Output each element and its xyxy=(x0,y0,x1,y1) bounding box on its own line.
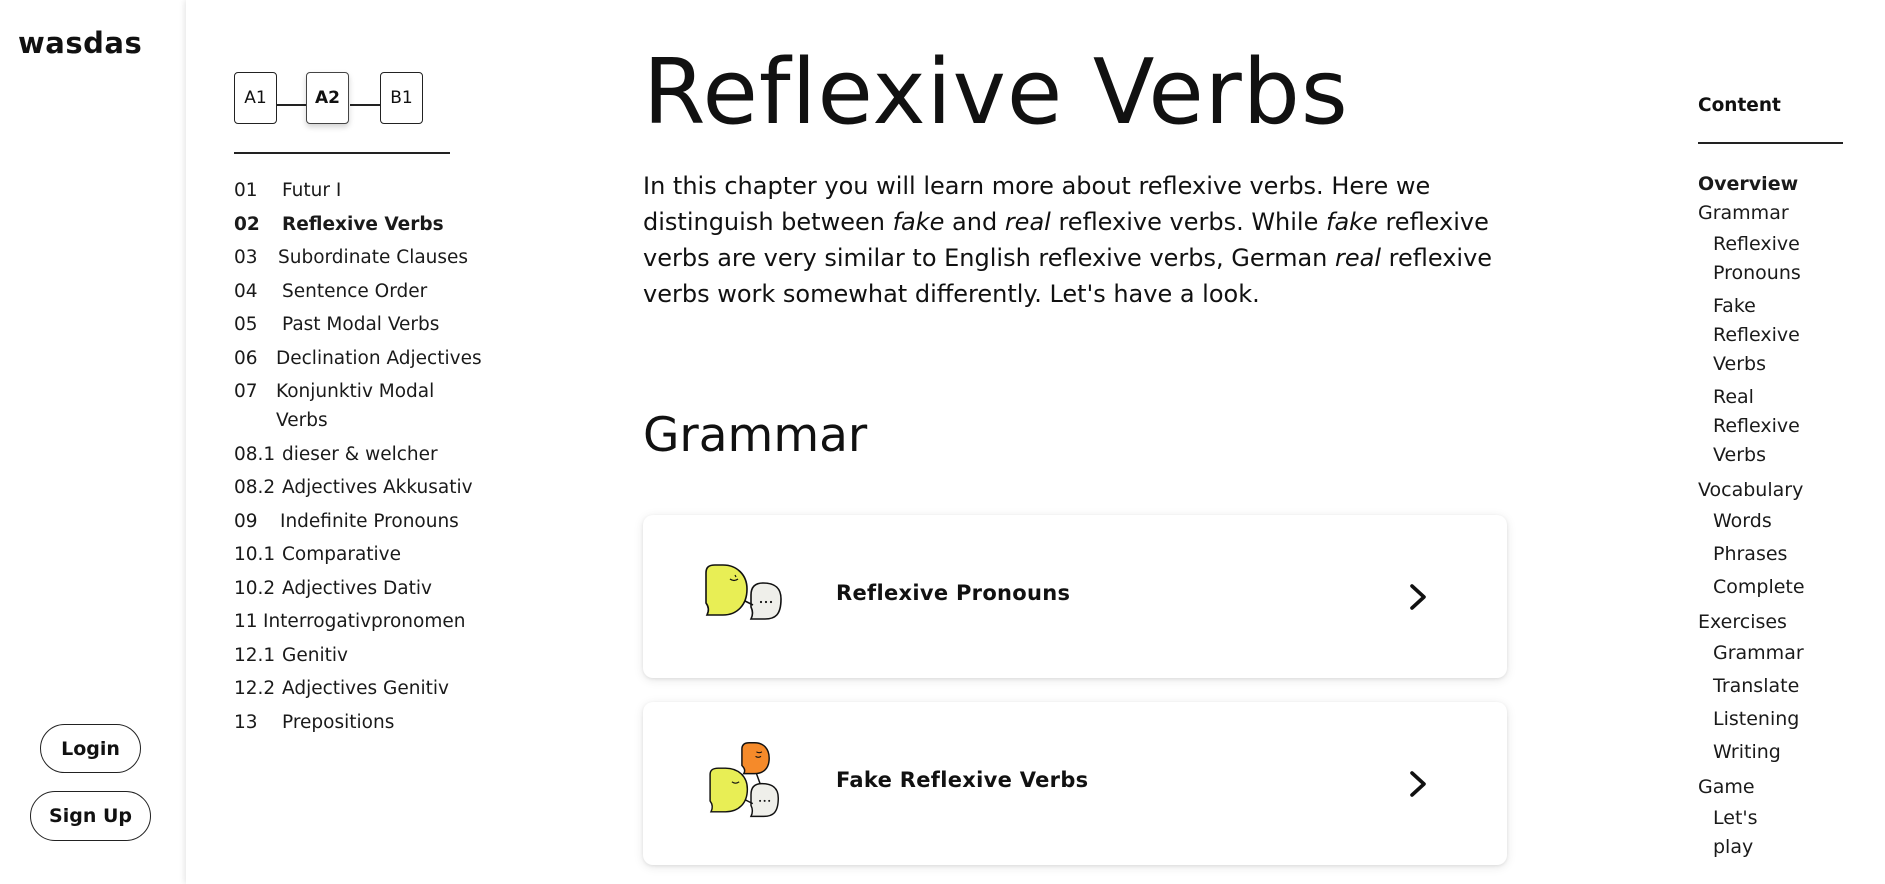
wasdas-logo[interactable]: wasdas xyxy=(18,26,142,60)
toc-underline xyxy=(1698,142,1843,144)
chapter-title: Adjectives Genitiv xyxy=(282,678,449,699)
toc-item[interactable]: Words xyxy=(1698,507,1793,536)
chapter-title: Sentence Order xyxy=(282,280,428,302)
chapter-title: Konjunktiv Modal Verbs xyxy=(276,381,435,431)
toc-item[interactable]: Phrases xyxy=(1698,540,1793,569)
brand-column: wasdas Login Sign Up xyxy=(0,0,186,884)
level-connector xyxy=(277,104,306,106)
chapter-title: dieser & welcher xyxy=(282,443,438,465)
level-b1-button[interactable]: B1 xyxy=(380,72,423,124)
chapter-title: Indefinite Pronouns xyxy=(280,510,459,532)
chapter-number: 12.2 xyxy=(234,678,276,699)
chapter-title: Comparative xyxy=(282,544,402,565)
emphasis-real: real xyxy=(1335,244,1382,272)
chapter-number: 05 xyxy=(234,314,258,335)
chapter-number: 01 xyxy=(234,180,258,201)
chapter-item[interactable]: 10.2 Adjectives Dativ xyxy=(234,574,484,603)
level-connector xyxy=(350,104,380,106)
chapter-item[interactable]: 12.2 Adjectives Genitiv xyxy=(234,674,484,703)
divider xyxy=(234,152,450,154)
chapter-number: 08.2 xyxy=(234,477,276,498)
emphasis-fake: fake xyxy=(1326,208,1378,236)
section-title-grammar: Grammar xyxy=(643,408,868,463)
chapter-title: Futur I xyxy=(282,180,342,201)
toc-item[interactable]: Writing xyxy=(1698,738,1793,767)
level-selector: A1 A2 B1 xyxy=(234,72,434,124)
chapter-item[interactable]: 04 Sentence Order xyxy=(234,277,484,306)
toc-item[interactable]: Vocabulary xyxy=(1698,476,1878,505)
toc-list: Overview Grammar Reflexive Pronouns Fake Re… xyxy=(1698,170,1878,866)
chapter-number: 10.1 xyxy=(234,544,276,565)
intro-paragraph: In this chapter you will learn more abou… xyxy=(643,172,1493,308)
toc-item[interactable]: Exercises xyxy=(1698,608,1878,637)
chapter-item[interactable]: 10.1 Comparative xyxy=(234,540,484,569)
emphasis-real: real xyxy=(1004,208,1051,236)
toc-item[interactable]: Overview xyxy=(1698,170,1878,199)
login-button[interactable]: Login xyxy=(40,724,141,773)
toc-item[interactable]: Complete xyxy=(1698,573,1805,602)
card-fake-reflexive-verbs[interactable]: Fake Reflexive Verbs xyxy=(643,702,1507,865)
chapter-number: 10.2 xyxy=(234,577,276,599)
toc-item[interactable]: Game xyxy=(1698,773,1878,802)
chevron-right-icon xyxy=(1410,771,1426,797)
card-label: Reflexive Pronouns xyxy=(836,581,1071,605)
card-label: Fake Reflexive Verbs xyxy=(836,768,1089,792)
chapter-item[interactable]: 12.1 Genitiv xyxy=(234,641,484,670)
chapter-number: 02 xyxy=(234,213,260,235)
chapter-title: Genitiv xyxy=(282,644,348,666)
chapter-item[interactable]: 08.2 Adjectives Akkusativ xyxy=(234,473,484,502)
chapter-title: Declination Adjectives xyxy=(276,347,482,369)
chapter-number: 06 xyxy=(234,347,258,369)
chapter-title: Prepositions xyxy=(282,711,395,733)
chapter-number: 08.1 xyxy=(234,443,276,465)
chapter-number: 03 xyxy=(234,247,258,268)
chapter-item[interactable]: 13 Prepositions xyxy=(234,708,484,737)
chapter-number: 13 xyxy=(234,711,258,733)
toc-item[interactable]: Grammar xyxy=(1698,199,1878,228)
chapter-title: Adjectives Akkusativ xyxy=(282,477,473,498)
page-title: Reflexive Verbs xyxy=(643,40,1349,145)
toc-item[interactable]: Listening xyxy=(1698,705,1799,734)
chapter-number: 12.1 xyxy=(234,644,276,666)
toc-item[interactable]: Reflexive Pronouns xyxy=(1698,230,1801,288)
toc-item[interactable]: Fake Reflexive Verbs xyxy=(1698,292,1800,379)
chevron-right-icon xyxy=(1410,584,1426,610)
chapter-number: 07 xyxy=(234,381,258,402)
two-speech-bubbles-icon xyxy=(705,564,782,620)
table-of-contents: Content Overview Grammar Reflexive Pronoun… xyxy=(1651,0,1885,884)
emphasis-fake: fake xyxy=(892,208,945,236)
chapter-list: 01 Futur I 02 Reflexive Verbs 03 Subordinate … xyxy=(234,176,484,741)
sign-up-button[interactable]: Sign Up xyxy=(30,791,151,841)
toc-item[interactable]: Grammar xyxy=(1698,639,1804,668)
chapter-title: Interrogativpronomen xyxy=(263,611,466,632)
level-a1-button[interactable]: A1 xyxy=(234,72,277,124)
chapter-item[interactable]: 09 Indefinite Pronouns xyxy=(234,507,484,536)
chapter-title: Past Modal Verbs xyxy=(282,314,440,335)
chapter-title: Subordinate Clauses xyxy=(278,247,469,268)
chapter-number: 04 xyxy=(234,280,258,302)
toc-item[interactable]: Real Reflexive Verbs xyxy=(1698,383,1800,470)
chapter-item[interactable]: 07 Konjunktiv Modal Verbs xyxy=(234,377,484,435)
chapter-item[interactable]: 08.1 dieser & welcher xyxy=(234,440,484,469)
chapter-number: 11 xyxy=(234,611,258,632)
chapter-item[interactable]: 06 Declination Adjectives xyxy=(234,344,484,373)
chapter-title: Reflexive Verbs xyxy=(282,213,444,235)
chapter-title: Adjectives Dativ xyxy=(282,577,432,599)
three-speech-bubbles-icon xyxy=(709,742,780,818)
chapter-navigation: A1 A2 B1 01 Futur I 02 Reflexive Verbs 03 Sub… xyxy=(186,0,498,884)
toc-item[interactable]: Let's play xyxy=(1698,804,1793,862)
chapter-item[interactable]: 03 Subordinate Clauses xyxy=(234,243,484,272)
chapter-item[interactable]: 01 Futur I xyxy=(234,176,484,205)
chapter-number: 09 xyxy=(234,510,258,532)
toc-heading: Content xyxy=(1698,95,1781,116)
main-content: Reflexive Verbs In this chapter you will… xyxy=(498,0,1651,884)
chapter-item[interactable]: 05 Past Modal Verbs xyxy=(234,310,484,339)
chapter-item[interactable]: 11 Interrogativpronomen xyxy=(234,607,484,636)
chapter-item[interactable]: 02 Reflexive Verbs xyxy=(234,210,484,239)
card-reflexive-pronouns[interactable]: Reflexive Pronouns xyxy=(643,515,1507,678)
toc-item[interactable]: Translate xyxy=(1698,672,1799,701)
level-a2-button[interactable]: A2 xyxy=(306,72,349,124)
